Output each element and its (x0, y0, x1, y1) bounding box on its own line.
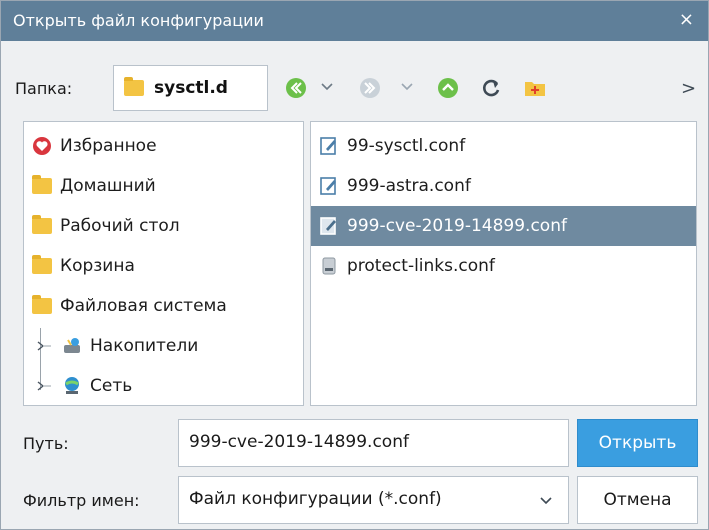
text-file-icon (319, 216, 339, 236)
expand-icon[interactable] (34, 376, 52, 396)
path-label: Путь: (23, 434, 69, 453)
place-network[interactable]: Сеть (24, 366, 303, 406)
current-folder-name: sysctl.d (154, 78, 228, 98)
forward-icon[interactable] (358, 76, 382, 100)
back-icon[interactable] (284, 76, 308, 100)
place-label: Домашний (60, 176, 156, 196)
file-name: 999-astra.conf (347, 176, 471, 196)
place-label: Избранное (60, 136, 157, 156)
cancel-button[interactable]: Отмена (577, 476, 698, 524)
file-row[interactable]: protect-links.conf (311, 246, 696, 286)
path-input-value: 999-cve-2019-14899.conf (189, 432, 409, 452)
file-row[interactable]: 99-sysctl.conf (311, 126, 696, 166)
filter-select[interactable]: Файл конфигурации (*.conf) (178, 476, 569, 524)
chevron-down-icon (538, 493, 554, 512)
place-home[interactable]: Домашний (24, 166, 303, 206)
more-toolbar-icon[interactable]: > (681, 78, 696, 99)
path-input[interactable]: 999-cve-2019-14899.conf (178, 419, 569, 467)
chevron-down-icon[interactable] (319, 79, 335, 98)
dialog-title: Открыть файл конфигурации (13, 11, 264, 30)
open-file-dialog: Открыть файл конфигурации × Папка: sysct… (0, 0, 709, 530)
drives-icon (62, 336, 82, 356)
text-file-icon (319, 136, 339, 156)
file-list-pane[interactable]: 99-sysctl.conf 999-astra.conf 999-cve-20… (310, 121, 697, 406)
place-favorites[interactable]: Избранное (24, 126, 303, 166)
folder-icon (32, 295, 52, 316)
file-row[interactable]: 999-astra.conf (311, 166, 696, 206)
folder-icon (124, 77, 144, 96)
file-name: 99-sysctl.conf (347, 136, 466, 156)
place-drives[interactable]: Накопители (24, 326, 303, 366)
new-folder-icon[interactable] (523, 76, 547, 100)
place-label: Корзина (60, 256, 135, 276)
place-label: Сеть (90, 376, 133, 396)
text-file-icon (319, 176, 339, 196)
place-label: Рабочий стол (60, 216, 180, 236)
folder-icon (32, 255, 52, 276)
network-icon (62, 376, 82, 396)
file-row-selected[interactable]: 999-cve-2019-14899.conf (311, 206, 696, 246)
file-name: protect-links.conf (347, 256, 495, 276)
title-bar[interactable]: Открыть файл конфигурации × (1, 1, 708, 41)
chevron-down-icon[interactable] (399, 79, 415, 98)
up-icon[interactable] (436, 76, 460, 100)
place-label: Файловая система (60, 296, 227, 316)
filter-label: Фильтр имен: (23, 491, 140, 510)
favorites-icon (32, 136, 52, 156)
place-desktop[interactable]: Рабочий стол (24, 206, 303, 246)
folder-combo[interactable]: sysctl.d (113, 65, 268, 111)
close-icon[interactable]: × (679, 10, 694, 30)
folder-icon (32, 215, 52, 236)
place-filesystem[interactable]: Файловая система (24, 286, 303, 326)
place-label: Накопители (90, 336, 199, 356)
binary-file-icon (319, 256, 339, 276)
expand-icon[interactable] (34, 336, 52, 356)
folder-label: Папка: (15, 79, 73, 98)
place-trash[interactable]: Корзина (24, 246, 303, 286)
open-button[interactable]: Открыть (577, 419, 698, 467)
file-name: 999-cve-2019-14899.conf (347, 216, 567, 236)
places-pane[interactable]: Избранное Домашний Рабочий стол Корзина … (23, 121, 304, 406)
filter-select-value: Файл конфигурации (*.conf) (189, 489, 442, 509)
refresh-icon[interactable] (479, 76, 503, 100)
folder-icon (32, 175, 52, 196)
